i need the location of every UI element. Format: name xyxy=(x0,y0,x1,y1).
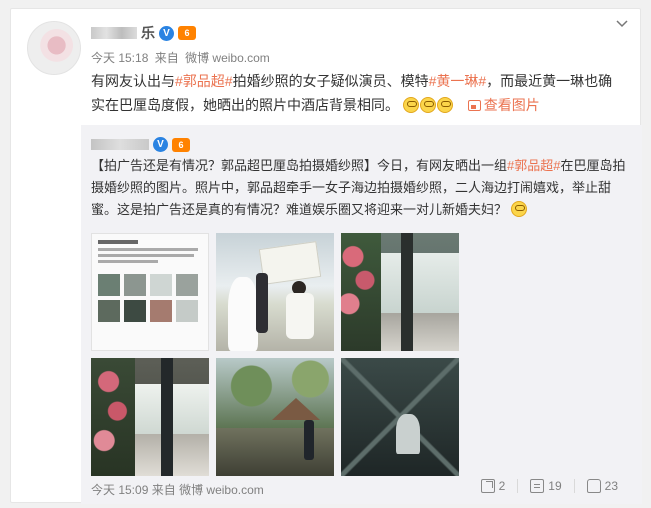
photo-element xyxy=(98,254,194,257)
repost-actions: 2 19 23 xyxy=(469,479,630,493)
hashtag-huang-yilin[interactable]: #黄一琳# xyxy=(429,73,487,89)
repost-time[interactable]: 今天 15:09 xyxy=(91,483,148,497)
photo-thumbnail[interactable] xyxy=(341,233,459,351)
repost-username-blurred xyxy=(91,139,149,150)
comment-icon xyxy=(530,479,545,493)
photo-element xyxy=(124,300,146,322)
post-text-part-1: 有网友认出与 xyxy=(91,73,175,89)
vip-badge-icon: 6 xyxy=(178,26,196,40)
photo-element xyxy=(150,300,172,322)
source-prefix: 来自 xyxy=(154,51,179,65)
post-meta: 今天 15:18 来自 微博 weibo.com xyxy=(91,49,273,66)
photo-element xyxy=(258,241,322,285)
photo-thumbnail[interactable] xyxy=(216,358,334,476)
username-blurred xyxy=(91,27,137,39)
photo-element xyxy=(341,233,381,351)
username-suffix: 乐 xyxy=(141,25,155,41)
laugh-emoji-icon xyxy=(510,201,527,217)
photo-element xyxy=(256,273,268,333)
post-source[interactable]: 微博 weibo.com xyxy=(185,51,270,65)
photo-thumbnail[interactable] xyxy=(91,358,209,476)
like-button[interactable]: 23 xyxy=(573,479,630,493)
reposted-weibo: V 6 【拍广告还是有情况？郭品超巴厘岛拍摄婚纱照】今日，有网友晒出一组#郭品超… xyxy=(81,125,642,504)
like-count: 23 xyxy=(604,479,618,493)
post-time[interactable]: 今天 15:18 xyxy=(91,51,148,65)
vip-badge-icon: 6 xyxy=(172,137,190,152)
photo-element xyxy=(381,313,459,351)
photo-element xyxy=(176,274,198,296)
repost-author[interactable]: V 6 xyxy=(91,137,190,152)
share-count: 2 xyxy=(498,479,506,493)
photo-element xyxy=(98,300,120,322)
photo-element xyxy=(381,253,459,313)
photo-element xyxy=(396,414,420,454)
laugh-emoji-icon xyxy=(402,97,419,113)
photo-element xyxy=(286,293,314,339)
view-images-label: 查看图片 xyxy=(483,97,540,113)
photo-element xyxy=(98,248,198,251)
photo-element xyxy=(176,300,198,322)
hashtag-guo-pinchao[interactable]: #郭品超# xyxy=(507,158,560,173)
verified-icon: V xyxy=(153,137,168,152)
repost-meta: 今天 15:09 来自 微博 weibo.com xyxy=(91,481,264,498)
weibo-post-card: 乐 V 6 今天 15:18 来自 微博 weibo.com 有网友认出与#郭品… xyxy=(10,8,642,504)
share-button[interactable]: 2 xyxy=(469,479,518,493)
comment-count: 19 xyxy=(548,479,562,493)
view-images-link[interactable]: 查看图片 xyxy=(467,97,540,113)
photo-element xyxy=(228,277,258,351)
photo-thumbnail[interactable] xyxy=(91,233,209,351)
photo-element xyxy=(304,420,314,460)
photo-element xyxy=(98,260,158,263)
post-author[interactable]: 乐 V 6 xyxy=(91,23,196,43)
photo-element xyxy=(124,274,146,296)
hashtag-guo-pinchao[interactable]: #郭品超# xyxy=(175,73,233,89)
verified-icon: V xyxy=(159,25,174,41)
photo-element xyxy=(161,358,173,476)
laugh-emoji-icon xyxy=(436,97,453,113)
share-icon xyxy=(480,479,495,493)
photo-element xyxy=(98,240,138,244)
chevron-down-icon[interactable] xyxy=(614,17,630,33)
post-text-part-2: 拍婚纱照的女子疑似演员、模特 xyxy=(232,73,429,89)
photo-element xyxy=(216,428,334,476)
laugh-emoji-icon xyxy=(419,97,436,113)
photo-thumbnail[interactable] xyxy=(341,358,459,476)
photo-element xyxy=(150,274,172,296)
photo-thumbnail[interactable] xyxy=(216,233,334,351)
avatar[interactable] xyxy=(27,21,81,75)
photo-element xyxy=(401,233,413,351)
post-text: 有网友认出与#郭品超#拍婚纱照的女子疑似演员、模特#黄一琳#，而最近黄一琳也确实… xyxy=(91,69,626,117)
repost-text-part-1: 【拍广告还是有情况？郭品超巴厘岛拍摄婚纱照】今日，有网友晒出一组 xyxy=(91,158,508,173)
photo-element xyxy=(98,274,120,296)
like-icon xyxy=(586,479,601,493)
photo-element xyxy=(91,358,135,476)
source-prefix: 来自 xyxy=(151,483,176,497)
comment-button[interactable]: 19 xyxy=(517,479,573,493)
image-icon xyxy=(467,100,481,111)
repost-source[interactable]: 微博 weibo.com xyxy=(179,483,264,497)
repost-text: 【拍广告还是有情况？郭品超巴厘岛拍摄婚纱照】今日，有网友晒出一组#郭品超#在巴厘… xyxy=(91,155,626,221)
